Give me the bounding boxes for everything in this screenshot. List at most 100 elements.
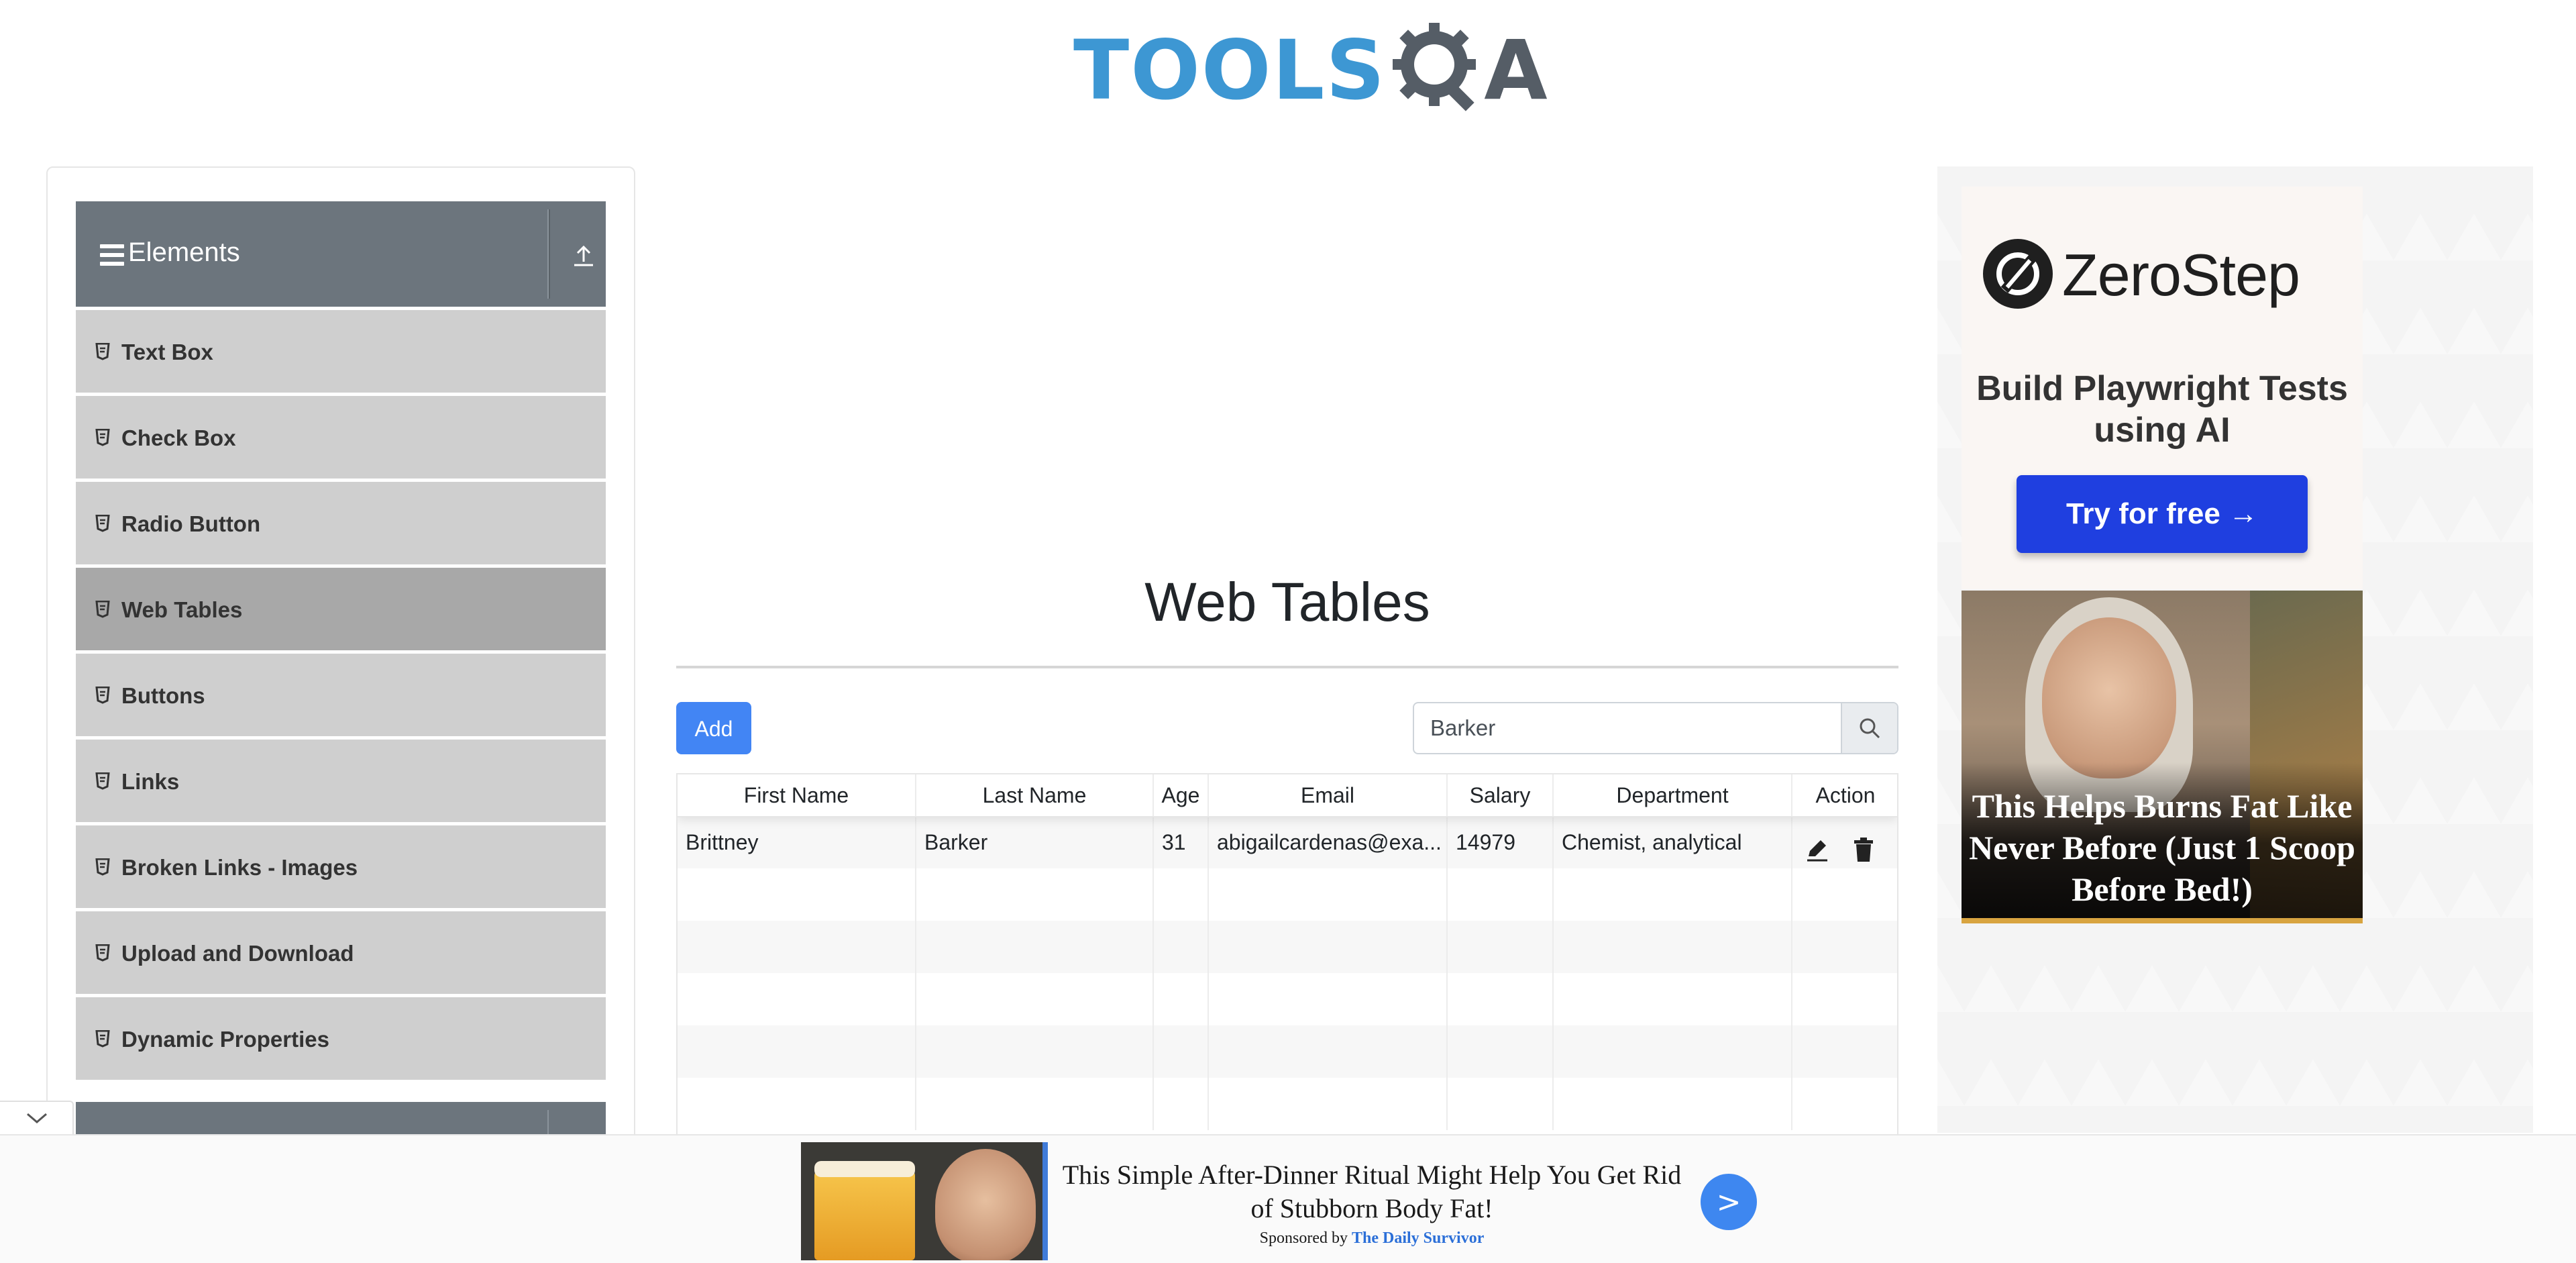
empty-cell bbox=[1209, 973, 1448, 1025]
zerostep-tagline: Build Playwright Tests using AI bbox=[1976, 369, 2348, 450]
zerostep-logo-icon bbox=[1982, 238, 2054, 313]
table-row-empty bbox=[678, 973, 1897, 1025]
beer-foam-image bbox=[814, 1161, 915, 1177]
gear-magnifier-icon bbox=[1389, 19, 1489, 123]
sidebar-item-label: Upload and Download bbox=[121, 941, 354, 966]
table-row-empty bbox=[678, 1078, 1897, 1130]
empty-cell bbox=[916, 868, 1154, 921]
zerostep-brand: ZeroStep bbox=[2062, 242, 2300, 308]
page-title: Web Tables bbox=[1144, 572, 1430, 633]
sidebar-item-radio-button[interactable]: Radio Button bbox=[76, 482, 606, 568]
column-header-last-name[interactable]: Last Name bbox=[916, 774, 1154, 816]
empty-cell bbox=[1554, 973, 1792, 1025]
add-record-button[interactable]: Add bbox=[676, 702, 751, 754]
empty-cell bbox=[1448, 973, 1554, 1025]
delete-trash-icon[interactable] bbox=[1851, 829, 1876, 868]
try-for-free-button[interactable]: Try for free → bbox=[2017, 475, 2308, 553]
cell-first-name: Brittney bbox=[678, 816, 916, 868]
column-header-age[interactable]: Age bbox=[1154, 774, 1209, 816]
elements-group-title: Elements bbox=[128, 238, 240, 267]
edit-pencil-icon[interactable] bbox=[1803, 829, 1830, 868]
sponsor-name[interactable]: The Daily Survivor bbox=[1352, 1229, 1484, 1247]
zerostep-ad-card[interactable]: ZeroStep Build Playwright Tests using AI… bbox=[1962, 187, 2363, 589]
cell-last-name: Barker bbox=[916, 816, 1154, 868]
title-divider bbox=[676, 666, 1898, 668]
elements-group-header[interactable]: Elements bbox=[76, 201, 606, 307]
toolsqa-logo[interactable]: TOOLS A bbox=[1073, 19, 1548, 123]
empty-cell bbox=[916, 1025, 1154, 1078]
empty-cell bbox=[1154, 921, 1209, 973]
web-table: First Name Last Name Age Email Salary De… bbox=[676, 773, 1898, 1135]
html5-icon bbox=[95, 1029, 110, 1051]
bottom-ad-headline[interactable]: This Simple After-Dinner Ritual Might He… bbox=[1053, 1158, 1690, 1225]
bottom-ad-thumbnail bbox=[801, 1142, 1048, 1260]
sidebar-item-label: Buttons bbox=[121, 683, 205, 708]
empty-cell bbox=[1554, 1025, 1792, 1078]
sponsor-prefix: Sponsored by bbox=[1259, 1229, 1348, 1247]
empty-cell bbox=[1209, 1078, 1448, 1130]
empty-cell bbox=[1154, 1025, 1209, 1078]
promo-image-ad[interactable]: This Helps Burns Fat Like Never Before (… bbox=[1962, 591, 2363, 923]
search-button[interactable] bbox=[1841, 703, 1897, 753]
html5-icon bbox=[95, 428, 110, 450]
cell-department: Chemist, analytical bbox=[1554, 816, 1792, 868]
sidebar-item-links[interactable]: Links bbox=[76, 740, 606, 825]
html5-icon bbox=[95, 342, 110, 364]
bottom-ad-sponsor: Sponsored by The Daily Survivor bbox=[1053, 1229, 1690, 1248]
empty-cell bbox=[1554, 1078, 1792, 1130]
sidebar-item-buttons[interactable]: Buttons bbox=[76, 654, 606, 740]
sidebar-item-broken-links[interactable]: Broken Links - Images bbox=[76, 825, 606, 911]
collapse-up-icon[interactable] bbox=[571, 242, 596, 272]
cell-action bbox=[1792, 816, 1897, 868]
empty-cell bbox=[678, 1078, 916, 1130]
html5-icon bbox=[95, 514, 110, 536]
empty-cell bbox=[1554, 921, 1792, 973]
promo-accent-bar bbox=[1962, 918, 2363, 923]
sidebar-item-label: Check Box bbox=[121, 425, 236, 450]
search-box bbox=[1413, 702, 1898, 754]
column-header-first-name[interactable]: First Name bbox=[678, 774, 916, 816]
empty-cell bbox=[1554, 868, 1792, 921]
empty-cell bbox=[678, 921, 916, 973]
hamburger-icon bbox=[100, 244, 124, 270]
left-panel: Elements Text Box Check Box Radio Button… bbox=[46, 166, 635, 1146]
bottom-ad-banner[interactable]: This Simple After-Dinner Ritual Might He… bbox=[0, 1134, 2576, 1263]
sidebar-item-check-box[interactable]: Check Box bbox=[76, 396, 606, 482]
sidebar-item-label: Links bbox=[121, 769, 180, 794]
sidebar-item-label: Broken Links - Images bbox=[121, 855, 358, 880]
search-input[interactable] bbox=[1414, 703, 1841, 753]
bottom-ad-go-button[interactable]: > bbox=[1701, 1174, 1757, 1230]
empty-cell bbox=[1154, 868, 1209, 921]
html5-icon bbox=[95, 858, 110, 879]
beer-glass-image bbox=[814, 1169, 915, 1260]
sidebar-item-upload-download[interactable]: Upload and Download bbox=[76, 911, 606, 997]
empty-cell bbox=[1209, 921, 1448, 973]
column-header-salary[interactable]: Salary bbox=[1448, 774, 1554, 816]
table-row-empty bbox=[678, 921, 1897, 973]
right-ad-panel[interactable]: ZeroStep Build Playwright Tests using AI… bbox=[1937, 166, 2533, 1133]
sidebar-item-web-tables[interactable]: Web Tables bbox=[76, 568, 606, 654]
empty-cell bbox=[1448, 868, 1554, 921]
empty-cell bbox=[916, 1078, 1154, 1130]
column-header-action: Action bbox=[1815, 783, 1876, 807]
empty-cell bbox=[1209, 1025, 1448, 1078]
empty-cell bbox=[1448, 921, 1554, 973]
cell-salary: 14979 bbox=[1448, 816, 1554, 868]
html5-icon bbox=[95, 600, 110, 621]
sidebar-item-text-box[interactable]: Text Box bbox=[76, 310, 606, 396]
sidebar-item-label: Dynamic Properties bbox=[121, 1027, 329, 1052]
empty-cell bbox=[1448, 1078, 1554, 1130]
empty-cell bbox=[916, 973, 1154, 1025]
sidebar-item-dynamic-properties[interactable]: Dynamic Properties bbox=[76, 997, 606, 1083]
chevron-down-icon bbox=[27, 1113, 47, 1123]
html5-icon bbox=[95, 686, 110, 707]
table-row-empty bbox=[678, 1025, 1897, 1078]
logo-text-tools: TOOLS bbox=[1073, 23, 1387, 118]
column-header-department[interactable]: Department bbox=[1554, 774, 1792, 816]
column-header-email[interactable]: Email bbox=[1209, 774, 1448, 816]
promo-headline: This Helps Burns Fat Like Never Before (… bbox=[1969, 787, 2355, 908]
html5-icon bbox=[95, 772, 110, 793]
thumbnail-edge bbox=[1042, 1142, 1048, 1260]
header-divider bbox=[547, 209, 550, 299]
expand-toggle[interactable] bbox=[0, 1101, 74, 1134]
